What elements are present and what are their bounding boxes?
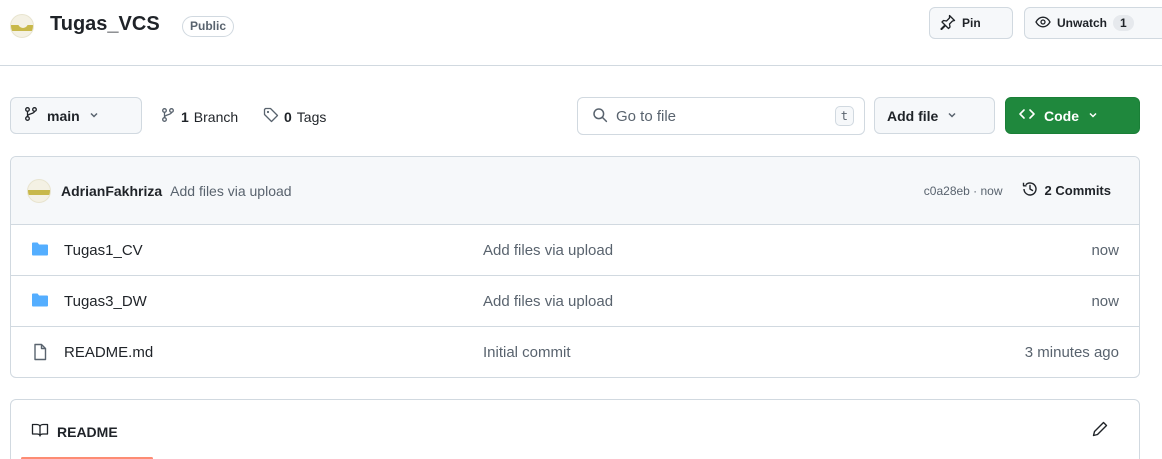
commits-history-link[interactable]: 2 Commits bbox=[1021, 180, 1111, 201]
readme-tab[interactable]: README bbox=[31, 422, 118, 441]
search-icon bbox=[592, 107, 608, 126]
file-age: now bbox=[1091, 293, 1119, 310]
owner-avatar[interactable] bbox=[10, 14, 34, 38]
readme-panel: README bbox=[10, 399, 1140, 459]
file-name[interactable]: Tugas3_DW bbox=[64, 293, 147, 310]
branches-link[interactable]: 1 Branch bbox=[160, 107, 238, 126]
keyboard-shortcut-hint: t bbox=[834, 106, 854, 126]
file-table: AdrianFakhriza Add files via upload c0a2… bbox=[10, 156, 1140, 378]
readme-title: README bbox=[57, 423, 118, 440]
chevron-down-icon bbox=[88, 108, 100, 124]
pin-button[interactable]: Pin bbox=[929, 7, 1013, 39]
latest-commit-bar: AdrianFakhriza Add files via upload c0a2… bbox=[11, 157, 1139, 225]
branch-count-label: Branch bbox=[193, 108, 239, 125]
file-name[interactable]: README.md bbox=[64, 344, 153, 361]
tag-count: 0 bbox=[284, 108, 292, 125]
file-row[interactable]: README.md Initial commit 3 minutes ago bbox=[11, 327, 1139, 377]
watch-count-badge: 1 bbox=[1113, 15, 1134, 31]
branch-name: main bbox=[47, 107, 80, 124]
code-label: Code bbox=[1044, 107, 1079, 124]
file-commit-message[interactable]: Initial commit bbox=[483, 344, 571, 361]
folder-icon bbox=[31, 292, 49, 311]
add-file-button[interactable]: Add file bbox=[874, 97, 995, 134]
author-avatar[interactable] bbox=[27, 178, 51, 203]
commits-count: 2 Commits bbox=[1044, 183, 1111, 198]
folder-icon bbox=[31, 241, 49, 260]
go-to-file-search[interactable]: t bbox=[577, 97, 865, 135]
branch-selector[interactable]: main bbox=[10, 97, 142, 134]
file-row[interactable]: Tugas1_CV Add files via upload now bbox=[11, 225, 1139, 276]
tag-count-label: Tags bbox=[296, 108, 327, 125]
git-branch-icon bbox=[23, 106, 39, 125]
eye-icon bbox=[1035, 14, 1051, 33]
tags-link[interactable]: 0 Tags bbox=[263, 107, 326, 126]
repo-name[interactable]: Tugas_VCS bbox=[50, 13, 160, 36]
add-file-label: Add file bbox=[887, 107, 939, 124]
file-row[interactable]: Tugas3_DW Add files via upload now bbox=[11, 276, 1139, 327]
tag-icon bbox=[263, 107, 279, 126]
git-branch-icon bbox=[160, 107, 176, 126]
file-icon bbox=[31, 343, 49, 364]
pencil-icon[interactable] bbox=[1091, 420, 1109, 441]
file-age: now bbox=[1091, 242, 1119, 259]
code-icon bbox=[1018, 106, 1036, 125]
branch-count: 1 bbox=[181, 108, 189, 125]
unwatch-label: Unwatch bbox=[1057, 16, 1108, 30]
chevron-down-icon bbox=[946, 108, 958, 124]
file-commit-message[interactable]: Add files via upload bbox=[483, 242, 613, 259]
commit-sha[interactable]: c0a28eb · now bbox=[924, 184, 1003, 198]
chevron-down-icon bbox=[1087, 108, 1099, 124]
repo-header: Tugas_VCS Public Pin Unwatch 1 bbox=[0, 0, 1162, 66]
file-name[interactable]: Tugas1_CV bbox=[64, 242, 143, 259]
unwatch-button[interactable]: Unwatch 1 bbox=[1024, 7, 1162, 39]
pin-label: Pin bbox=[962, 16, 981, 30]
history-icon bbox=[1021, 180, 1039, 201]
commit-author[interactable]: AdrianFakhriza bbox=[61, 183, 162, 199]
book-icon bbox=[31, 422, 49, 441]
pin-icon bbox=[940, 14, 956, 33]
search-input[interactable] bbox=[616, 107, 827, 125]
visibility-badge: Public bbox=[182, 16, 235, 37]
file-age: 3 minutes ago bbox=[1024, 344, 1119, 361]
code-button[interactable]: Code bbox=[1005, 97, 1140, 134]
commit-message[interactable]: Add files via upload bbox=[170, 183, 291, 199]
file-commit-message[interactable]: Add files via upload bbox=[483, 293, 613, 310]
